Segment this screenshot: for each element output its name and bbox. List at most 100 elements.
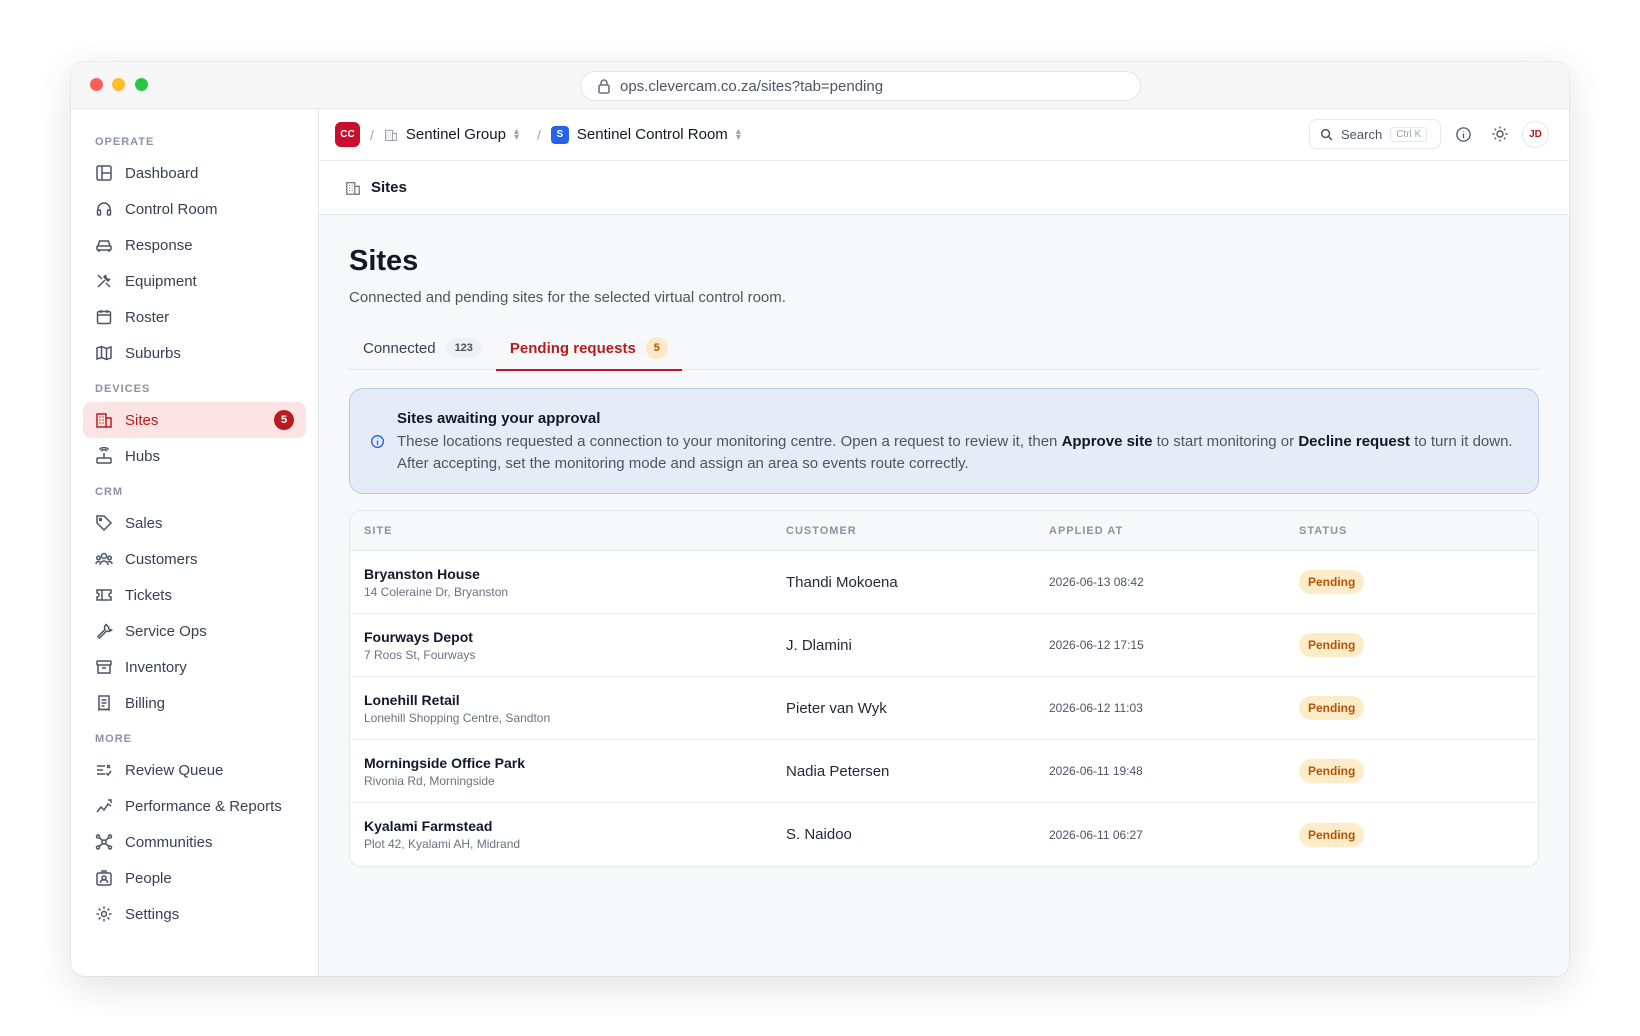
sites-count-badge: 5: [274, 410, 294, 430]
building-icon: [346, 181, 360, 195]
banner-decline-emphasis: Decline request: [1298, 433, 1411, 450]
theme-toggle-button[interactable]: [1485, 119, 1515, 149]
sidebar-item-response[interactable]: Response: [83, 227, 306, 263]
applied-at: 2026-06-11 19:48: [1049, 764, 1143, 778]
sidebar-item-label: Sales: [125, 514, 163, 532]
sidebar-item-performance-reports[interactable]: Performance & Reports: [83, 788, 306, 824]
sidebar-item-label: Hubs: [125, 447, 161, 465]
site-name: Fourways Depot: [364, 628, 473, 645]
sidebar-item-label: People: [125, 869, 172, 887]
approval-info-banner: Sites awaiting your approval These locat…: [349, 388, 1539, 494]
search-button[interactable]: Search Ctrl K: [1309, 119, 1441, 149]
banner-approve-emphasis: Approve site: [1061, 433, 1153, 450]
sidebar-item-review-queue[interactable]: Review Queue: [83, 752, 306, 788]
calendar-icon: [96, 310, 112, 325]
chevron-up-down-icon: ▴ ▾: [735, 125, 741, 143]
sidebar-item-label: Service Ops: [125, 622, 207, 640]
info-button[interactable]: [1448, 119, 1478, 149]
car-icon: [96, 240, 112, 252]
group-name: Sentinel Group: [405, 126, 506, 143]
table-row[interactable]: Bryanston House 14 Coleraine Dr, Bryansto…: [350, 551, 1538, 614]
applied-at: 2026-06-12 17:15: [1049, 638, 1144, 652]
url-text: ops.clevercam.co.za/sites?tab=pending: [620, 77, 884, 95]
sidebar-item-label: Response: [125, 236, 193, 254]
receipt-icon: [98, 695, 110, 712]
table-row[interactable]: Morningside Office Park Rivonia Rd, Morni…: [350, 740, 1538, 803]
users-icon: [95, 552, 113, 566]
org-logo[interactable]: CC: [335, 122, 360, 147]
layout-icon: [96, 165, 112, 181]
banner-text: These locations requested a connection t…: [397, 433, 1062, 450]
sidebar-item-label: Performance & Reports: [125, 797, 282, 815]
sidebar-item-people[interactable]: People: [83, 860, 306, 896]
sidebar-item-dashboard[interactable]: Dashboard: [83, 155, 306, 191]
sidebar-item-customers[interactable]: Customers: [83, 541, 306, 577]
archive-icon: [96, 660, 112, 674]
sidebar-item-label: Dashboard: [125, 164, 199, 182]
room-logo: S: [550, 125, 569, 144]
sidebar-item-label: Settings: [125, 905, 180, 923]
sidebar-item-label: Tickets: [125, 586, 172, 604]
sidebar-item-roster[interactable]: Roster: [83, 299, 306, 335]
sidebar-item-label: Sites: [125, 411, 159, 429]
site-address: 7 Roos St, Fourways: [364, 647, 476, 662]
page-title: Sites: [349, 245, 419, 277]
section-label-devices: DEVICES: [95, 383, 151, 395]
tab-label: Pending requests: [509, 339, 636, 357]
table-row[interactable]: Fourways Depot 7 Roos St, Fourways J. Dla…: [350, 614, 1538, 677]
sidebar-item-hubs[interactable]: Hubs: [83, 438, 306, 474]
pending-sites-table: SITE CUSTOMER APPLIED AT STATUS Bryansto…: [349, 510, 1539, 867]
status-badge: Pending: [1299, 633, 1365, 657]
site-name: Lonehill Retail: [364, 691, 460, 708]
sidebar-item-sales[interactable]: Sales: [83, 505, 306, 541]
status-badge: Pending: [1299, 696, 1365, 720]
sidebar: OPERATE Dashboard Control Room Response …: [71, 109, 319, 976]
sidebar-item-label: Suburbs: [125, 344, 181, 362]
table-header: SITE CUSTOMER APPLIED AT STATUS: [350, 511, 1538, 551]
sidebar-item-label: Inventory: [125, 658, 187, 676]
tab-connected[interactable]: Connected 123: [349, 326, 496, 370]
main-content: Sites Connected and pending sites for th…: [319, 215, 1569, 976]
building-icon: [96, 413, 112, 428]
list-check-icon: [97, 764, 112, 777]
user-avatar[interactable]: JD: [1522, 120, 1549, 148]
group-switcher[interactable]: Sentinel Group ▴ ▾: [384, 126, 519, 143]
lock-icon: [598, 79, 610, 94]
sidebar-item-communities[interactable]: Communities: [83, 824, 306, 860]
site-address: Plot 42, Kyalami AH, Midrand: [364, 837, 521, 851]
address-bar[interactable]: ops.clevercam.co.za/sites?tab=pending: [580, 71, 1141, 101]
search-icon: [1320, 128, 1333, 141]
table-row[interactable]: Lonehill Retail Lonehill Shopping Centre,…: [350, 677, 1538, 740]
sidebar-item-service-ops[interactable]: Service Ops: [83, 613, 306, 649]
sidebar-item-sites[interactable]: Sites 5: [83, 402, 306, 438]
banner-text: to start monitoring or: [1152, 433, 1299, 450]
sidebar-item-equipment[interactable]: Equipment: [83, 263, 306, 299]
chevron-up-down-icon: ▴ ▾: [513, 125, 519, 143]
sidebar-item-billing[interactable]: Billing: [83, 685, 306, 721]
maximize-window-button[interactable]: [135, 78, 148, 91]
sidebar-item-label: Control Room: [125, 200, 218, 218]
table-row[interactable]: Kyalami Farmstead Plot 42, Kyalami AH, Mi…: [350, 803, 1538, 866]
sidebar-item-settings[interactable]: Settings: [83, 896, 306, 932]
site-address: 14 Coleraine Dr, Bryanston: [364, 584, 509, 599]
search-shortcut: Ctrl K: [1390, 126, 1428, 142]
column-header-status: STATUS: [1299, 524, 1348, 537]
map-icon: [96, 345, 112, 361]
minimize-window-button[interactable]: [112, 78, 125, 91]
close-window-button[interactable]: [90, 78, 103, 91]
status-badge: Pending: [1299, 570, 1365, 594]
breadcrumb-separator: /: [370, 126, 374, 143]
sidebar-item-suburbs[interactable]: Suburbs: [83, 335, 306, 371]
breadcrumb-title: Sites: [371, 179, 407, 196]
sidebar-item-inventory[interactable]: Inventory: [83, 649, 306, 685]
site-name: Bryanston House: [364, 565, 480, 582]
column-header-site: SITE: [364, 524, 393, 537]
sidebar-item-control-room[interactable]: Control Room: [83, 191, 306, 227]
status-badge: Pending: [1299, 822, 1365, 847]
control-room-switcher[interactable]: S Sentinel Control Room ▴ ▾: [550, 125, 741, 144]
sidebar-item-tickets[interactable]: Tickets: [83, 577, 306, 613]
tab-count: 123: [445, 338, 482, 358]
id-badge-icon: [96, 870, 112, 886]
tab-pending-requests[interactable]: Pending requests 5: [495, 326, 682, 371]
applied-at: 2026-06-13 08:42: [1049, 575, 1144, 589]
